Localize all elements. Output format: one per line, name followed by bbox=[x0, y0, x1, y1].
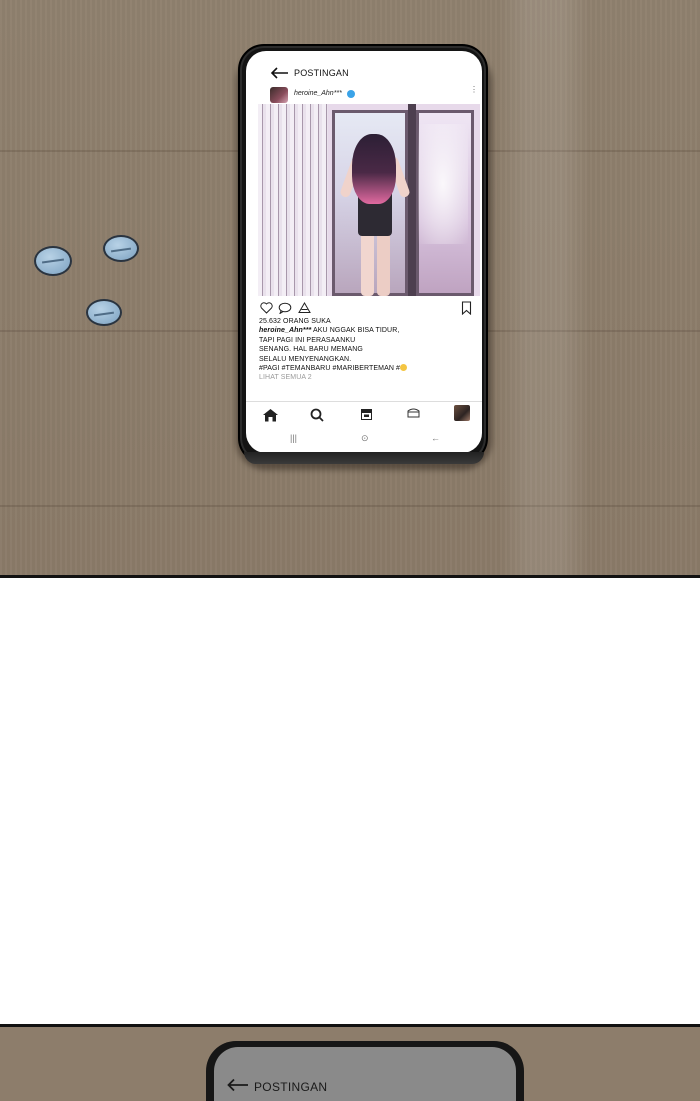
smile-emoji-icon bbox=[400, 364, 408, 372]
caption-hashtags[interactable]: #PAGI #TEMANBARU #MARIBERTEMAN # bbox=[259, 365, 400, 372]
post-actions bbox=[246, 299, 482, 319]
figure-leg bbox=[361, 232, 374, 296]
heart-icon[interactable] bbox=[260, 302, 273, 314]
home-button[interactable]: ⊙ bbox=[361, 433, 369, 444]
post-photo[interactable] bbox=[258, 104, 480, 296]
phone-edge bbox=[244, 452, 484, 464]
pill bbox=[103, 235, 139, 262]
system-nav-bar: ||| ⊙ ← bbox=[246, 431, 482, 451]
panel-bottom: POSTINGAN bbox=[0, 1024, 700, 1101]
recent-apps-button[interactable]: ||| bbox=[290, 433, 297, 443]
curtain bbox=[258, 104, 328, 296]
likes-count[interactable]: 25.632 ORANG SUKA bbox=[259, 317, 474, 326]
phone-screen: POSTINGAN heroine_Ahn*** ⋮ 25.632 ORANG … bbox=[246, 51, 482, 453]
figure-hair bbox=[352, 134, 396, 204]
verified-icon bbox=[347, 90, 355, 98]
bottom-nav bbox=[246, 401, 482, 425]
share-icon[interactable] bbox=[298, 302, 311, 314]
comment-icon[interactable] bbox=[278, 302, 292, 314]
caption-username[interactable]: heroine_Ahn*** bbox=[259, 327, 311, 334]
search-icon[interactable] bbox=[310, 408, 324, 422]
panel-top: POSTINGAN heroine_Ahn*** ⋮ 25.632 ORANG … bbox=[0, 0, 700, 578]
phone-screen: POSTINGAN bbox=[214, 1047, 516, 1101]
back-arrow-icon[interactable] bbox=[270, 67, 290, 79]
avatar[interactable] bbox=[270, 87, 288, 103]
back-arrow-icon[interactable] bbox=[226, 1078, 250, 1092]
username[interactable]: heroine_Ahn*** bbox=[294, 90, 342, 97]
reels-icon[interactable] bbox=[360, 408, 373, 421]
smartphone: POSTINGAN bbox=[206, 1041, 524, 1101]
caption-line: TAPI PAGI INI PERASAANKU bbox=[259, 336, 356, 344]
post-profile-row: heroine_Ahn*** ⋮ bbox=[246, 85, 482, 105]
smartphone: POSTINGAN heroine_Ahn*** ⋮ 25.632 ORANG … bbox=[238, 44, 488, 464]
caption-text: AKU NGGAK BISA TIDUR, bbox=[311, 327, 400, 335]
back-button[interactable]: ← bbox=[431, 433, 440, 443]
more-icon[interactable]: ⋮ bbox=[470, 86, 478, 94]
page-title: POSTINGAN bbox=[294, 68, 349, 78]
light-stripe bbox=[500, 0, 590, 575]
caption-line: SENANG. HAL BARU MEMANG bbox=[259, 346, 363, 354]
post-caption: 25.632 ORANG SUKA heroine_Ahn*** AKU NGG… bbox=[259, 317, 474, 383]
pill bbox=[86, 299, 122, 326]
post-top-bar: POSTINGAN bbox=[246, 51, 482, 89]
page-title: POSTINGAN bbox=[254, 1080, 328, 1094]
panel-gutter bbox=[0, 578, 700, 1024]
figure-leg bbox=[377, 232, 390, 296]
sunlight bbox=[418, 124, 468, 244]
bookmark-icon[interactable] bbox=[461, 301, 472, 315]
home-icon[interactable] bbox=[262, 408, 279, 422]
view-all-comments[interactable]: LIHAT SEMUA 2 bbox=[259, 373, 474, 382]
shop-icon[interactable] bbox=[406, 406, 421, 419]
pill bbox=[34, 246, 72, 276]
caption-line: SELALU MENYENANGKAN. bbox=[259, 355, 352, 363]
profile-tab-avatar[interactable] bbox=[454, 405, 470, 421]
caption-line-1: heroine_Ahn*** AKU NGGAK BISA TIDUR, bbox=[259, 327, 399, 334]
wood-seam bbox=[0, 505, 700, 507]
window-frame bbox=[408, 104, 416, 296]
